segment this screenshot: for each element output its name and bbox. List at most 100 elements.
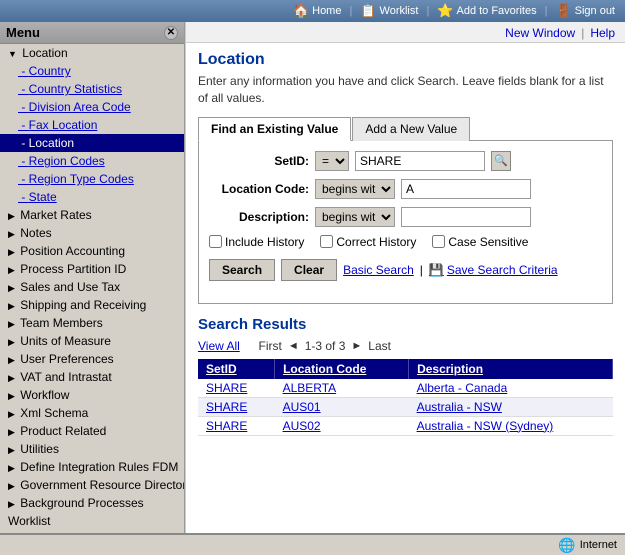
basic-search-link[interactable]: Basic Search	[343, 263, 414, 277]
search-button[interactable]: Search	[209, 259, 275, 281]
sidebar-item-process-partition-id[interactable]: ▶ Process Partition ID	[0, 260, 184, 278]
sidebar-item-worklist[interactable]: Worklist	[0, 512, 184, 530]
sidebar-item-sales-use-tax[interactable]: ▶ Sales and Use Tax	[0, 278, 184, 296]
sidebar-item-user-preferences[interactable]: ▶ User Preferences	[0, 350, 184, 368]
sidebar-title: Menu	[6, 25, 40, 40]
tabs: Find an Existing Value Add a New Value	[198, 117, 613, 141]
expand-icon: ▶	[8, 319, 15, 329]
main-layout: Menu ✕ ▼ Location - Country - Country St…	[0, 22, 625, 533]
favorites-icon: ⭐	[437, 3, 453, 19]
sidebar-item-location[interactable]: - Location	[0, 134, 184, 152]
case-sensitive-checkbox[interactable]	[432, 235, 445, 248]
setid-input[interactable]	[355, 151, 485, 171]
expand-icon: ▶	[8, 265, 15, 275]
content-body: Location Enter any information you have …	[186, 43, 625, 444]
sidebar-item-region-type-codes[interactable]: - Region Type Codes	[0, 170, 184, 188]
sidebar-item-team-members[interactable]: ▶ Team Members	[0, 314, 184, 332]
correct-history-checkbox[interactable]	[320, 235, 333, 248]
expand-icon: ▶	[8, 499, 15, 509]
expand-icon: ▶	[8, 427, 15, 437]
table-header-row: SetID Location Code Description	[198, 359, 613, 379]
sidebar-item-background-processes[interactable]: ▶ Background Processes	[0, 494, 184, 512]
table-row: SHARE ALBERTA Alberta - Canada	[198, 379, 613, 398]
sidebar-close-button[interactable]: ✕	[164, 26, 178, 40]
signout-icon: 🚪	[555, 3, 571, 19]
next-arrow-icon[interactable]: ►	[351, 340, 362, 352]
description-input[interactable]	[401, 207, 531, 227]
setid-operator-select[interactable]: =	[315, 151, 349, 171]
sidebar-header: Menu ✕	[0, 22, 184, 44]
sidebar-item-workflow[interactable]: ▶ Workflow	[0, 386, 184, 404]
sidebar-scroll[interactable]: ▼ Location - Country - Country Statistic…	[0, 44, 184, 533]
location-code-input[interactable]	[401, 179, 531, 199]
sign-out-nav-item[interactable]: 🚪 Sign out	[551, 2, 619, 20]
status-text: Internet	[580, 539, 617, 551]
buttons-row: Search Clear Basic Search | 💾 Save Searc…	[209, 259, 602, 281]
cell-location-code: AUS01	[275, 397, 409, 416]
location-operator-select[interactable]: begins with = contains	[315, 179, 395, 199]
results-range: 1-3 of 3	[305, 339, 346, 353]
sidebar-item-xml-schema[interactable]: ▶ Xml Schema	[0, 404, 184, 422]
sidebar-item-units-of-measure[interactable]: ▶ Units of Measure	[0, 332, 184, 350]
expand-icon: ▶	[8, 229, 15, 239]
sidebar: Menu ✕ ▼ Location - Country - Country St…	[0, 22, 185, 533]
description-link[interactable]: Australia - NSW	[417, 400, 502, 414]
location-code-link[interactable]: AUS02	[283, 419, 321, 433]
prev-arrow-icon[interactable]: ◄	[288, 340, 299, 352]
tab-content: SetID: = 🔍 Location Code: begins with = …	[198, 140, 613, 304]
setid-link[interactable]: SHARE	[206, 400, 247, 414]
correct-history-label[interactable]: Correct History	[320, 235, 416, 249]
sidebar-item-notes[interactable]: ▶ Notes	[0, 224, 184, 242]
expand-icon: ▶	[8, 391, 15, 401]
tab-find-existing[interactable]: Find an Existing Value	[198, 117, 351, 141]
description-operator-select[interactable]: begins with = contains	[315, 207, 395, 227]
help-link[interactable]: Help	[590, 26, 615, 40]
expand-icon: ▶	[8, 481, 15, 491]
page-description: Enter any information you have and click…	[198, 73, 613, 107]
setid-link[interactable]: SHARE	[206, 381, 247, 395]
sidebar-item-location-group[interactable]: ▼ Location	[0, 44, 184, 62]
save-search-criteria-link[interactable]: 💾 Save Search Criteria	[429, 263, 558, 277]
sidebar-item-fax-location[interactable]: - Fax Location	[0, 116, 184, 134]
tab-add-new[interactable]: Add a New Value	[352, 117, 470, 141]
sidebar-item-product-related[interactable]: ▶ Product Related	[0, 422, 184, 440]
setid-search-icon-button[interactable]: 🔍	[491, 151, 511, 171]
worklist-nav-item[interactable]: 📋 Worklist	[356, 2, 422, 20]
col-location-code[interactable]: Location Code	[275, 359, 409, 379]
case-sensitive-label[interactable]: Case Sensitive	[432, 235, 528, 249]
include-history-checkbox[interactable]	[209, 235, 222, 248]
worklist-icon: 📋	[360, 3, 376, 19]
description-link[interactable]: Australia - NSW (Sydney)	[417, 419, 554, 433]
description-link[interactable]: Alberta - Canada	[417, 381, 508, 395]
col-description[interactable]: Description	[409, 359, 613, 379]
sidebar-item-market-rates[interactable]: ▶ Market Rates	[0, 206, 184, 224]
cell-setid: SHARE	[198, 397, 275, 416]
col-setid[interactable]: SetID	[198, 359, 275, 379]
sidebar-item-state[interactable]: - State	[0, 188, 184, 206]
sidebar-item-utilities[interactable]: ▶ Utilities	[0, 440, 184, 458]
location-code-link[interactable]: AUS01	[283, 400, 321, 414]
home-nav-item[interactable]: 🏠 Home	[289, 2, 346, 20]
sidebar-item-vat-intrastat[interactable]: ▶ VAT and Intrastat	[0, 368, 184, 386]
clear-button[interactable]: Clear	[281, 259, 337, 281]
sidebar-item-govt-resource[interactable]: ▶ Government Resource Directory	[0, 476, 184, 494]
setid-label: SetID:	[209, 154, 309, 168]
view-all-link[interactable]: View All	[198, 339, 240, 353]
sidebar-item-country-statistics[interactable]: - Country Statistics	[0, 80, 184, 98]
sidebar-item-country[interactable]: - Country	[0, 62, 184, 80]
cell-location-code: AUS02	[275, 416, 409, 435]
expand-icon: ▼	[8, 49, 17, 59]
add-favorites-nav-item[interactable]: ⭐ Add to Favorites	[433, 2, 540, 20]
setid-link[interactable]: SHARE	[206, 419, 247, 433]
sidebar-item-position-accounting[interactable]: ▶ Position Accounting	[0, 242, 184, 260]
sidebar-item-region-codes[interactable]: - Region Codes	[0, 152, 184, 170]
expand-icon: ▶	[8, 337, 15, 347]
sidebar-item-division-area-code[interactable]: - Division Area Code	[0, 98, 184, 116]
sidebar-item-define-integration[interactable]: ▶ Define Integration Rules FDM	[0, 458, 184, 476]
new-window-link[interactable]: New Window	[505, 26, 575, 40]
include-history-label[interactable]: Include History	[209, 235, 304, 249]
expand-icon: ▶	[8, 373, 15, 383]
location-code-link[interactable]: ALBERTA	[283, 381, 337, 395]
sidebar-item-shipping-receiving[interactable]: ▶ Shipping and Receiving	[0, 296, 184, 314]
cell-setid: SHARE	[198, 416, 275, 435]
